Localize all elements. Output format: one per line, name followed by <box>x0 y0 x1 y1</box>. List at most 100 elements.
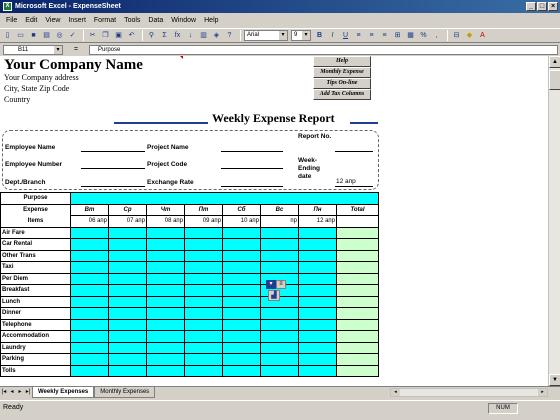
expense-amount-cell[interactable] <box>184 330 223 343</box>
menu-format[interactable]: Format <box>90 17 120 24</box>
expense-item-label[interactable]: Breakfast <box>0 284 71 297</box>
scroll-up-icon[interactable]: ▲ <box>549 56 560 68</box>
expense-amount-cell[interactable] <box>184 261 223 274</box>
expense-amount-cell[interactable] <box>70 238 109 251</box>
row-total-cell[interactable] <box>336 330 379 343</box>
expense-amount-cell[interactable] <box>260 364 299 377</box>
close-button[interactable]: × <box>548 2 558 11</box>
expense-item-label[interactable]: Car Rental <box>0 238 71 251</box>
scroll-thumb[interactable] <box>549 70 560 90</box>
expense-amount-cell[interactable] <box>184 284 223 297</box>
company-address[interactable]: Your Company address <box>4 73 79 82</box>
menu-window[interactable]: Window <box>167 17 200 24</box>
help-icon[interactable]: ? <box>224 30 235 41</box>
menu-view[interactable]: View <box>41 17 64 24</box>
comma-button[interactable]: , <box>431 30 442 41</box>
row-total-cell[interactable] <box>336 364 379 377</box>
autosum-icon[interactable]: Σ <box>159 30 170 41</box>
project-code-field[interactable] <box>221 168 283 169</box>
expense-amount-cell[interactable] <box>108 364 147 377</box>
expense-amount-cell[interactable] <box>184 272 223 285</box>
expense-amount-cell[interactable] <box>298 226 337 239</box>
expense-amount-cell[interactable] <box>222 226 261 239</box>
week-ending-value[interactable]: 12 апр <box>336 178 356 185</box>
prev-sheet-icon[interactable]: ◂ <box>8 388 16 397</box>
date-cell[interactable]: 12 апр <box>298 215 337 228</box>
sort-asc-icon[interactable]: ↓ <box>185 30 196 41</box>
total-date-cell[interactable] <box>336 215 379 228</box>
exchange-rate-field[interactable] <box>221 186 283 187</box>
expense-amount-cell[interactable] <box>298 318 337 331</box>
cut-icon[interactable]: ✂ <box>87 30 98 41</box>
options-icon[interactable]: ≡ <box>276 280 286 289</box>
new-icon[interactable]: ▯ <box>2 30 13 41</box>
borders-icon[interactable]: ⊟ <box>451 30 462 41</box>
expense-amount-cell[interactable] <box>146 261 185 274</box>
hyperlink-icon[interactable]: ⚲ <box>146 30 157 41</box>
expense-amount-cell[interactable] <box>222 353 261 366</box>
expense-amount-cell[interactable] <box>146 284 185 297</box>
expense-amount-cell[interactable] <box>70 272 109 285</box>
company-name[interactable]: Your Company Name <box>4 57 143 74</box>
percent-button[interactable]: % <box>418 30 429 41</box>
expense-amount-cell[interactable] <box>222 318 261 331</box>
expense-amount-cell[interactable] <box>70 330 109 343</box>
font-name-select[interactable]: Arial <box>244 30 288 41</box>
dept-field[interactable] <box>81 186 145 187</box>
expense-amount-cell[interactable] <box>222 261 261 274</box>
last-sheet-icon[interactable]: ▸| <box>24 388 32 397</box>
expense-amount-cell[interactable] <box>222 272 261 285</box>
expense-amount-cell[interactable] <box>146 318 185 331</box>
scroll-left-icon[interactable]: ◂ <box>391 389 400 396</box>
expense-amount-cell[interactable] <box>222 295 261 308</box>
expense-item-label[interactable]: Air Fare <box>0 226 71 239</box>
underline-button[interactable]: U <box>340 30 351 41</box>
expense-amount-cell[interactable] <box>108 226 147 239</box>
align-right-icon[interactable]: ≡ <box>379 30 390 41</box>
expense-amount-cell[interactable] <box>260 249 299 262</box>
expense-amount-cell[interactable] <box>70 295 109 308</box>
equals-button[interactable]: = <box>63 46 89 53</box>
expense-amount-cell[interactable] <box>146 249 185 262</box>
expense-item-label[interactable]: Dinner <box>0 307 71 320</box>
expense-amount-cell[interactable] <box>146 295 185 308</box>
font-color-icon[interactable]: A <box>477 30 488 41</box>
monthly-expense-button[interactable]: Monthly Expense <box>313 67 371 78</box>
expense-amount-cell[interactable] <box>70 341 109 354</box>
expense-amount-cell[interactable] <box>108 307 147 320</box>
minimize-button[interactable]: _ <box>526 2 536 11</box>
expense-amount-cell[interactable] <box>184 341 223 354</box>
expense-amount-cell[interactable] <box>146 226 185 239</box>
expense-amount-cell[interactable] <box>184 226 223 239</box>
expense-amount-cell[interactable] <box>184 318 223 331</box>
employee-number-field[interactable] <box>81 168 145 169</box>
expense-item-label[interactable]: Per Diem <box>0 272 71 285</box>
menu-edit[interactable]: Edit <box>21 17 41 24</box>
company-city[interactable]: City, State Zip Code <box>4 84 69 93</box>
menu-help[interactable]: Help <box>200 17 222 24</box>
expense-amount-cell[interactable] <box>298 353 337 366</box>
purpose-label[interactable]: Purpose <box>0 192 71 205</box>
chart-wizard-icon[interactable]: ▥ <box>198 30 209 41</box>
expense-amount-cell[interactable] <box>146 238 185 251</box>
expense-item-label[interactable]: Telephone <box>0 318 71 331</box>
expense-item-label[interactable]: Parking <box>0 353 71 366</box>
expense-item-label[interactable]: Tolls <box>0 364 71 377</box>
expense-amount-cell[interactable] <box>298 307 337 320</box>
menu-file[interactable]: File <box>2 17 21 24</box>
expense-amount-cell[interactable] <box>146 353 185 366</box>
expense-amount-cell[interactable] <box>146 272 185 285</box>
expense-amount-cell[interactable] <box>184 238 223 251</box>
expense-amount-cell[interactable] <box>108 238 147 251</box>
fill-color-icon[interactable]: ◆ <box>464 30 475 41</box>
menu-tools[interactable]: Tools <box>120 17 144 24</box>
row-total-cell[interactable] <box>336 307 379 320</box>
tab-monthly-expenses[interactable]: Monthly Expenses <box>94 387 156 398</box>
expense-amount-cell[interactable] <box>222 284 261 297</box>
expense-amount-cell[interactable] <box>298 261 337 274</box>
expense-amount-cell[interactable] <box>146 341 185 354</box>
date-cell[interactable]: 08 апр <box>146 215 185 228</box>
formula-input[interactable]: Purpose <box>89 44 558 55</box>
expense-amount-cell[interactable] <box>108 353 147 366</box>
expense-amount-cell[interactable] <box>222 330 261 343</box>
